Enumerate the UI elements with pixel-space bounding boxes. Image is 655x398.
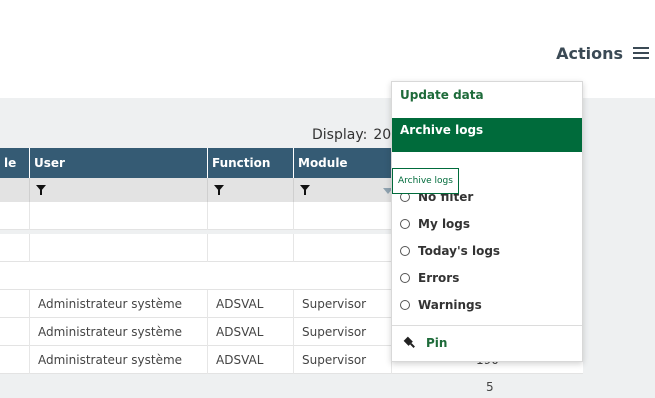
- cell-number: 5: [486, 380, 494, 394]
- column-header-user[interactable]: User: [30, 148, 208, 178]
- filter-option-errors[interactable]: Errors: [400, 271, 459, 285]
- menu-item-update-data[interactable]: Update data: [400, 88, 484, 102]
- pin-icon: [402, 335, 419, 352]
- cell-module: Supervisor: [294, 318, 392, 346]
- filter-icon[interactable]: [300, 185, 310, 195]
- filter-cell-function[interactable]: [208, 178, 294, 202]
- cell-user: Administrateur système: [30, 346, 208, 374]
- filter-cell-role[interactable]: [0, 178, 30, 202]
- filter-option-label: Today's logs: [418, 244, 501, 258]
- filter-option-my-logs[interactable]: My logs: [400, 217, 470, 231]
- filter-cell-module[interactable]: [294, 178, 392, 202]
- hamburger-icon[interactable]: [633, 47, 649, 60]
- actions-dropdown: Update data Archive logs No filter My lo…: [391, 81, 583, 362]
- pin-label: Pin: [426, 336, 448, 350]
- radio-icon[interactable]: [400, 246, 410, 256]
- radio-icon[interactable]: [400, 273, 410, 283]
- filter-option-label: My logs: [418, 217, 471, 231]
- cell-function: ADSVAL: [208, 318, 294, 346]
- archive-logs-label: Archive logs: [400, 123, 484, 137]
- filter-icon[interactable]: [36, 185, 46, 195]
- radio-icon[interactable]: [400, 300, 410, 310]
- display-count: Display: 20: [312, 127, 391, 143]
- cell-function: ADSVAL: [208, 346, 294, 374]
- filter-cell-user[interactable]: [30, 178, 208, 202]
- filter-option-todays-logs[interactable]: Today's logs: [400, 244, 500, 258]
- cell-user: Administrateur système: [30, 290, 208, 318]
- radio-icon[interactable]: [400, 219, 410, 229]
- archive-logs-tooltip: Archive logs: [392, 168, 459, 194]
- filter-option-label: Errors: [418, 271, 460, 285]
- column-header-function[interactable]: Function: [208, 148, 294, 178]
- cell-module: Supervisor: [294, 346, 392, 374]
- filter-icon[interactable]: [214, 185, 224, 195]
- cell-function: ADSVAL: [208, 290, 294, 318]
- display-label: Display:: [312, 127, 368, 143]
- actions-label: Actions: [556, 44, 623, 63]
- pin-button[interactable]: Pin: [404, 336, 447, 350]
- cell-user: Administrateur système: [30, 318, 208, 346]
- filter-option-warnings[interactable]: Warnings: [400, 298, 482, 312]
- display-value[interactable]: 20: [373, 127, 391, 143]
- menu-item-archive-logs[interactable]: Archive logs: [392, 118, 582, 152]
- actions-menu-trigger[interactable]: Actions: [556, 44, 649, 63]
- cell-module: Supervisor: [294, 290, 392, 318]
- filter-option-label: Warnings: [418, 298, 482, 312]
- column-header-module[interactable]: Module: [294, 148, 392, 178]
- menu-divider: [392, 325, 582, 326]
- column-header-role[interactable]: le: [0, 148, 30, 178]
